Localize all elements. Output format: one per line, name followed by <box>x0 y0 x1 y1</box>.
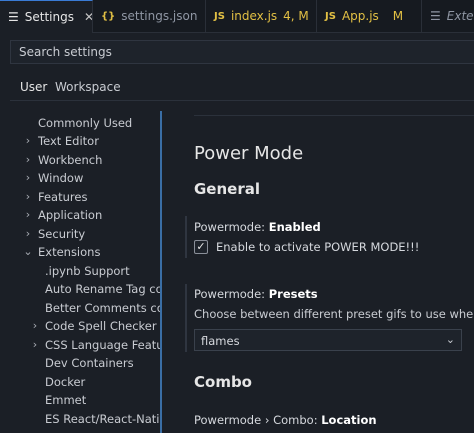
setting-title-enabled: Powermode: Enabled <box>194 220 321 234</box>
tab-badge: 4, M <box>283 9 309 23</box>
chevron-right-icon: › <box>25 171 31 184</box>
setting-title-presets: Powermode: Presets <box>194 287 318 301</box>
toc-item-label: Security <box>38 227 86 241</box>
toc-item-docker[interactable]: Docker <box>0 373 160 391</box>
toc-item-emmet[interactable]: Emmet <box>0 391 160 409</box>
setting-focus-bar <box>185 216 187 258</box>
setting-title-name: Presets <box>268 287 318 301</box>
json-braces-icon: {} <box>101 10 116 22</box>
toc-item-commonly-used[interactable]: Commonly Used <box>0 114 160 132</box>
chevron-right-icon: › <box>25 208 31 221</box>
toc-item-auto-rename-tag[interactable]: Auto Rename Tag con... <box>0 280 160 298</box>
tab-workspace[interactable]: Workspace <box>55 80 121 94</box>
toc-item-label: Application <box>38 208 103 222</box>
toc-item-es-react[interactable]: ES React/React-Native... <box>0 410 160 428</box>
toc-item-label: .ipynb Support <box>45 264 130 278</box>
toc-item-label: ES React/React-Native... <box>45 412 160 426</box>
close-icon[interactable]: ✕ <box>84 10 92 24</box>
tab-index-js[interactable]: JS index.js 4, M <box>206 0 317 32</box>
toc-item-application[interactable]: › Application <box>0 206 160 224</box>
tab-settings-json[interactable]: {} settings.json <box>93 0 206 32</box>
tab-settings[interactable]: ☰ Settings ✕ <box>0 0 93 33</box>
presets-description: Choose between different preset gifs to … <box>194 307 474 321</box>
enabled-checkbox-label: Enable to activate POWER MODE!!! <box>216 240 420 254</box>
tab-extensions[interactable]: ☰ Extens <box>422 0 474 32</box>
chevron-right-icon: › <box>32 338 38 351</box>
toc-item-code-spell-checker[interactable]: › Code Spell Checker <box>0 317 160 335</box>
toc-item-label: Better Comments con... <box>45 301 160 315</box>
setting-title-name: Enabled <box>268 220 321 234</box>
enabled-checkbox[interactable]: ✓ <box>194 240 208 254</box>
setting-title-prefix: Powermode › Combo: <box>194 413 322 427</box>
toc-item-label: Code Spell Checker <box>45 319 157 333</box>
tab-label: Settings <box>24 10 74 24</box>
toc-item-label: CSS Language Features <box>45 338 160 352</box>
search-settings-input[interactable]: Search settings <box>10 40 474 64</box>
toc-item-label: Dev Containers <box>45 356 134 370</box>
toc-item-label: Commonly Used <box>38 116 133 130</box>
toc-item-workbench[interactable]: › Workbench <box>0 151 160 169</box>
setting-title-combo-location: Powermode › Combo: Location <box>194 413 377 427</box>
toc-item-label: Features <box>38 190 88 204</box>
chevron-right-icon: › <box>25 227 31 240</box>
toc-item-label: Extensions <box>38 245 101 259</box>
tab-label: App.js <box>341 9 379 23</box>
presets-select-value: flames <box>201 334 240 348</box>
toc-item-label: Workbench <box>38 153 103 167</box>
tab-app-js[interactable]: JS App.js M <box>317 0 422 32</box>
tab-label: Extens <box>446 9 474 23</box>
chevron-right-icon: › <box>25 134 31 147</box>
tab-label: index.js <box>230 9 278 23</box>
chevron-right-icon: › <box>25 153 31 166</box>
toc-item-label: Window <box>38 171 84 185</box>
toc-item-css-language-features[interactable]: › CSS Language Features <box>0 336 160 354</box>
settings-content: Power Mode General Powermode: Enabled ✓ … <box>163 101 474 433</box>
page-title: Power Mode <box>194 143 304 164</box>
toc-item-label: Emmet <box>45 393 87 407</box>
javascript-icon: JS <box>214 10 225 22</box>
setting-title-prefix: Powermode: <box>194 287 269 301</box>
chevron-down-icon: ⌄ <box>445 333 455 346</box>
chevron-right-icon: › <box>25 190 31 203</box>
toc-item-label: Text Editor <box>38 134 99 148</box>
toc-item-window[interactable]: › Window <box>0 169 160 187</box>
section-heading-general: General <box>194 180 260 198</box>
javascript-icon: JS <box>325 10 336 22</box>
toc-item-dev-containers[interactable]: Dev Containers <box>0 354 160 372</box>
chevron-right-icon: › <box>32 319 38 332</box>
check-icon: ✓ <box>196 240 206 253</box>
toc-item-security[interactable]: › Security <box>0 225 160 243</box>
toc-item-better-comments[interactable]: Better Comments con... <box>0 299 160 317</box>
toc-scroll-border <box>160 111 162 433</box>
tab-badge: M <box>392 9 404 23</box>
section-heading-combo: Combo <box>194 373 252 391</box>
editor-tab-bar: ☰ Settings ✕ {} settings.json JS index.j… <box>0 0 474 33</box>
presets-select[interactable]: flames ⌄ <box>194 329 462 351</box>
toc-item-ipynb-support[interactable]: .ipynb Support <box>0 262 160 280</box>
setting-title-prefix: Powermode: <box>194 220 269 234</box>
list-icon: ☰ <box>430 9 441 23</box>
chevron-down-icon: ⌄ <box>23 245 33 258</box>
setting-title-name: Location <box>321 413 377 427</box>
tab-label: settings.json <box>121 9 198 23</box>
toc-item-label: Docker <box>45 375 86 389</box>
section-divider <box>194 115 474 116</box>
tab-user[interactable]: User <box>20 80 48 101</box>
setting-focus-bar <box>185 284 187 352</box>
toc-item-features[interactable]: › Features <box>0 188 160 206</box>
toc-item-text-editor[interactable]: › Text Editor <box>0 132 160 150</box>
toc-item-extensions[interactable]: ⌄ Extensions <box>0 243 160 261</box>
toc-item-label: Auto Rename Tag con... <box>45 282 160 296</box>
hamburger-icon: ☰ <box>8 10 19 24</box>
